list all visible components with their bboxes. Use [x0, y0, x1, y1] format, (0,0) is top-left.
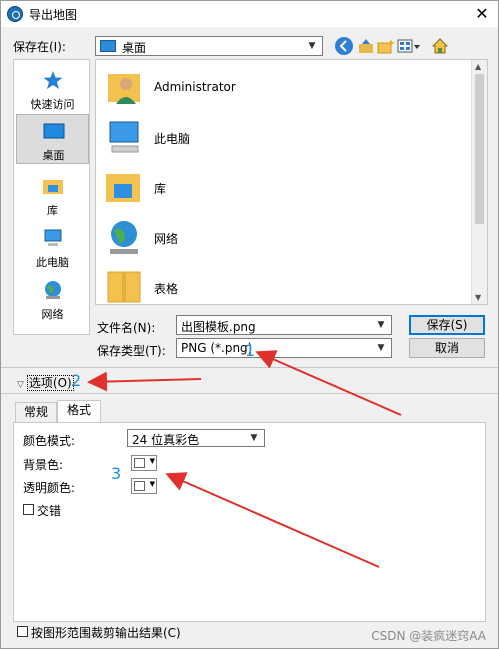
export-map-dialog: 导出地图 ✕ 保存在(I): 桌面 ▼ 快速访问 桌面 库 此电脑 网络 Adm…: [0, 0, 499, 649]
annotation-arrows: [87, 350, 402, 568]
arrow-to-options: [87, 371, 202, 392]
arrow-to-filetype: [255, 350, 402, 416]
arrow-to-background: [165, 472, 380, 568]
